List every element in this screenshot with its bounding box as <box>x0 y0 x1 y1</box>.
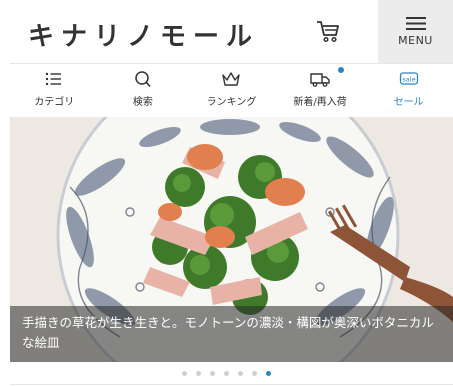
nav-label-search: 検索 <box>132 97 153 108</box>
carousel-dot-active[interactable] <box>266 370 271 376</box>
nav-label-category: カテゴリ <box>34 97 75 108</box>
carousel-dot[interactable] <box>238 370 243 376</box>
nav-label-ranking: ランキング <box>206 97 257 108</box>
nav-item-search[interactable]: 検索 <box>99 64 188 116</box>
crown-icon <box>222 72 241 86</box>
cart-icon[interactable] <box>315 18 341 44</box>
nav-item-category[interactable]: カテゴリ <box>10 64 99 116</box>
menu-button[interactable]: MENU <box>378 0 453 63</box>
nav-label-sale: セール <box>393 97 424 108</box>
hero-banner[interactable]: 手描きの草花が生き生きと。モノトーンの濃淡・構図が奥深いボタニカルな絵皿 <box>10 117 453 362</box>
carousel-dot[interactable] <box>210 370 215 376</box>
sale-badge-text: sale <box>402 76 415 84</box>
truck-icon <box>310 73 330 87</box>
hero-caption: 手描きの草花が生き生きと。モノトーンの濃淡・構図が奥深いボタニカルな絵皿 <box>10 306 453 362</box>
divider <box>10 384 453 385</box>
carousel-indicators <box>0 368 453 378</box>
list-icon <box>46 72 62 86</box>
site-header: キナリノモール MENU <box>10 0 453 64</box>
notification-dot <box>338 67 345 73</box>
nav-item-new-arrivals[interactable]: 新着/再入荷 <box>276 64 365 116</box>
carousel-dot[interactable] <box>182 370 187 376</box>
nav-item-ranking[interactable]: ランキング <box>187 64 276 116</box>
menu-label: MENU <box>398 34 433 47</box>
category-nav: カテゴリ 検索 ランキング 新着/再入荷 sale セール <box>10 64 453 116</box>
nav-item-sale[interactable]: sale セール <box>364 64 453 116</box>
search-icon <box>135 71 151 88</box>
nav-label-new-arrivals: 新着/再入荷 <box>293 97 347 108</box>
carousel-dot[interactable] <box>252 370 257 376</box>
carousel-dot[interactable] <box>224 370 229 376</box>
site-logo[interactable]: キナリノモール <box>28 16 259 53</box>
sale-icon: sale <box>399 72 418 85</box>
carousel-dot[interactable] <box>196 370 201 376</box>
hamburger-icon <box>405 17 426 30</box>
